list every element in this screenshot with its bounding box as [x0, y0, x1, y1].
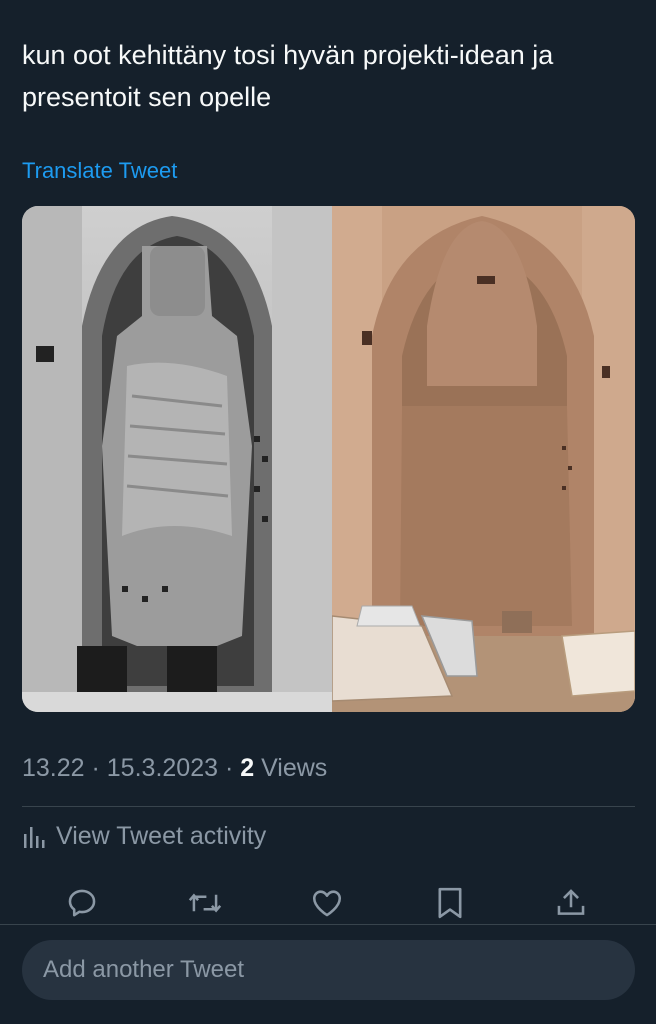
tweet-text: kun oot kehittäny tosi hyvän projekti-id… [22, 40, 554, 112]
retweet-icon [187, 886, 223, 925]
heart-icon [310, 886, 344, 925]
share-button[interactable] [548, 882, 594, 928]
view-tweet-activity-label: View Tweet activity [56, 822, 267, 850]
share-icon [554, 886, 588, 925]
tweet-time[interactable]: 13.22 [22, 754, 85, 782]
view-tweet-activity-button[interactable]: View Tweet activity [22, 822, 266, 851]
tweet-detail-page: kun oot kehittäny tosi hyvän projekti-id… [0, 0, 656, 1024]
tweet-meta: 13.22 · 15.3.2023 · 2 Views [22, 754, 327, 783]
views-label: Views [254, 754, 328, 782]
divider [22, 806, 635, 807]
translate-tweet-link[interactable]: Translate Tweet [22, 158, 177, 184]
meta-separator: · [218, 754, 241, 782]
retweet-button[interactable] [182, 882, 228, 928]
add-another-tweet-input[interactable]: Add another Tweet [22, 940, 635, 1000]
meta-separator: · [84, 754, 107, 782]
bookmark-icon [434, 885, 466, 926]
tweet-media[interactable] [22, 206, 635, 712]
bar-chart-icon [22, 824, 46, 850]
like-button[interactable] [304, 882, 350, 928]
tweet-date[interactable]: 15.3.2023 [107, 754, 218, 782]
reply-icon [65, 886, 99, 925]
tweet-action-bar [22, 882, 635, 928]
reply-composer-bar: Add another Tweet [0, 924, 656, 1024]
views-count: 2 [240, 754, 255, 782]
reply-button[interactable] [59, 882, 105, 928]
bookmark-button[interactable] [427, 882, 473, 928]
statue-before-photo[interactable] [22, 206, 332, 712]
reply-placeholder: Add another Tweet [43, 956, 245, 983]
statue-after-photo[interactable] [332, 206, 635, 712]
